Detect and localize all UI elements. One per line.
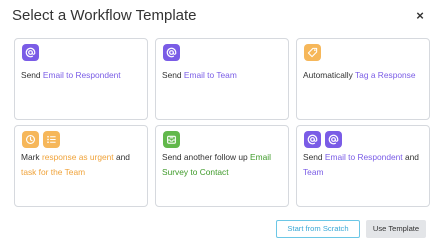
template-description: Send another follow up Email Survey to C…: [162, 152, 271, 177]
template-card-email-respondent-team[interactable]: Send Email to Respondent and Team: [296, 125, 430, 207]
at-icon: [304, 131, 321, 148]
at-icon: [163, 44, 180, 61]
template-description: Automatically Tag a Response: [303, 70, 416, 80]
template-card-email-respondent[interactable]: Send Email to Respondent: [14, 38, 148, 120]
start-from-scratch-button[interactable]: Start from Scratch: [276, 220, 360, 238]
at-icon: [22, 44, 39, 61]
template-card-mark-urgent[interactable]: Mark response as urgent and task for the…: [14, 125, 148, 207]
template-card-email-survey[interactable]: Send another follow up Email Survey to C…: [155, 125, 289, 207]
template-card-email-team[interactable]: Send Email to Team: [155, 38, 289, 120]
task-list-icon: [43, 131, 60, 148]
template-description: Send Email to Team: [162, 70, 237, 80]
at-icon: [325, 131, 342, 148]
template-description: Send Email to Respondent and Team: [303, 152, 419, 177]
use-template-button[interactable]: Use Template: [366, 220, 426, 238]
template-card-tag-response[interactable]: Automatically Tag a Response: [296, 38, 430, 120]
template-description: Send Email to Respondent: [21, 70, 121, 80]
dialog-title: Select a Workflow Template: [12, 7, 197, 24]
tag-icon: [304, 44, 321, 61]
urgent-clock-icon: [22, 131, 39, 148]
close-icon[interactable]: ×: [412, 8, 428, 24]
survey-inbox-icon: [163, 131, 180, 148]
template-description: Mark response as urgent and task for the…: [21, 152, 130, 177]
